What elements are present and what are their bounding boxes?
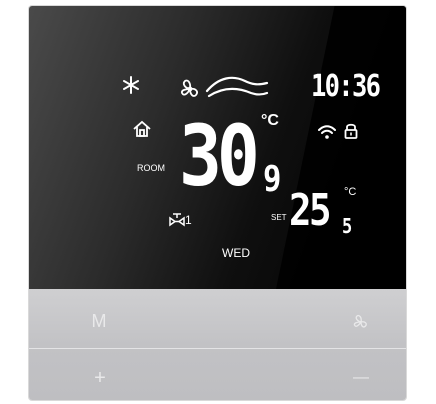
fan-button[interactable] — [351, 313, 371, 333]
wind-waves-icon — [205, 73, 269, 103]
thermostat-device: 10:36 ROOM 30 9 °C 1 SET 25 5 °C WED M +… — [29, 6, 406, 400]
plus-button[interactable]: + — [90, 367, 110, 390]
panel-divider — [29, 348, 406, 349]
fan-icon — [179, 78, 201, 104]
lcd-screen: 10:36 ROOM 30 9 °C 1 SET 25 5 °C WED — [29, 6, 406, 289]
current-temperature-value: 30 — [179, 107, 260, 205]
set-label: SET — [271, 213, 287, 222]
room-label: ROOM — [137, 163, 165, 173]
current-temperature-decimal: 9 — [263, 159, 281, 200]
current-temperature-unit: °C — [261, 112, 279, 129]
minus-button[interactable]: — — [349, 369, 373, 387]
mode-button[interactable]: M — [87, 311, 111, 332]
set-temperature-decimal: 5 — [342, 214, 352, 238]
button-panel: M + — — [29, 289, 406, 400]
home-icon — [132, 120, 152, 142]
lock-icon — [344, 122, 358, 144]
snowflake-icon — [122, 76, 140, 98]
set-temperature-value: 25 — [289, 185, 331, 236]
wifi-icon — [317, 124, 337, 144]
clock-time: 10:36 — [311, 69, 381, 104]
set-temperature-unit: °C — [344, 186, 357, 198]
valve-number: 1 — [185, 213, 192, 227]
fan-icon — [353, 314, 367, 328]
valve-icon — [169, 211, 185, 231]
day-of-week: WED — [222, 246, 250, 260]
